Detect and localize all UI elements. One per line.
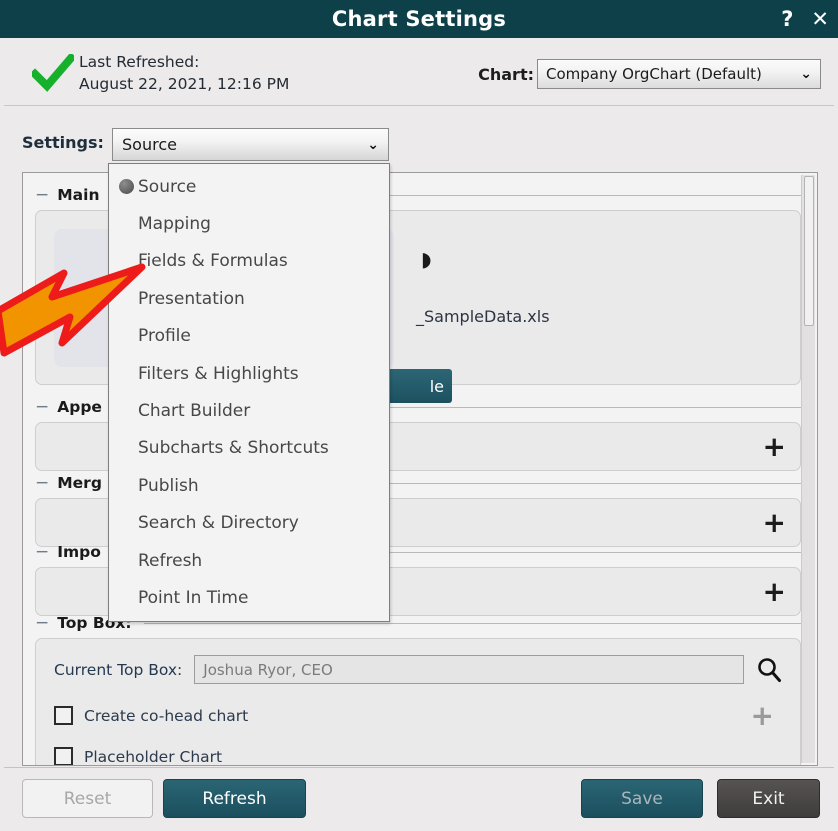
menu-item-label: Source <box>138 176 197 197</box>
settings-select[interactable]: Source ⌄ <box>112 128 389 161</box>
menu-item-search-directory[interactable]: Search & Directory <box>109 505 389 542</box>
section-import-label: Impo <box>57 543 101 561</box>
menu-item-publish[interactable]: Publish <box>109 467 389 504</box>
cohead-checkbox-row: Create co-head chart + <box>54 702 782 730</box>
source-file-name: _SampleData.xls <box>416 307 550 326</box>
chevron-down-icon: ⌄ <box>800 66 812 82</box>
search-icon[interactable] <box>756 656 782 684</box>
expand-icon[interactable]: + <box>763 432 786 461</box>
menu-item-label: Presentation <box>138 288 245 309</box>
chart-select-value: Company OrgChart (Default) <box>546 65 762 83</box>
section-topbox-body: Current Top Box: Joshua Ryor, CEO Create… <box>35 638 801 766</box>
help-icon[interactable]: ? <box>781 8 793 30</box>
refresh-status-bar: Last Refreshed: August 22, 2021, 12:16 P… <box>4 38 834 106</box>
chart-settings-dialog: Chart Settings ? ✕ Last Refreshed: Augus… <box>0 0 838 831</box>
menu-item-filters-highlights[interactable]: Filters & Highlights <box>109 355 389 392</box>
section-appearance-label: Appe <box>57 398 102 416</box>
menu-item-presentation[interactable]: Presentation <box>109 280 389 317</box>
cohead-checkbox-label: Create co-head chart <box>84 706 249 725</box>
divider <box>143 622 801 624</box>
menu-item-label: Publish <box>138 475 199 496</box>
placeholder-checkbox-row: Placeholder Chart <box>54 747 782 766</box>
menu-item-label: Profile <box>138 326 191 347</box>
menu-item-profile[interactable]: Profile <box>109 318 389 355</box>
chart-field-label: Chart: <box>478 65 534 84</box>
menu-item-label: Fields & Formulas <box>138 251 288 272</box>
title-bar: Chart Settings ? ✕ <box>0 0 838 38</box>
menu-item-mapping[interactable]: Mapping <box>109 205 389 242</box>
last-refreshed-label: Last Refreshed: <box>79 53 200 71</box>
green-check-icon <box>32 54 74 92</box>
placeholder-checkbox-label: Placeholder Chart <box>84 747 223 766</box>
dialog-footer: Reset Refresh Save Exit <box>4 767 834 827</box>
menu-item-label: Mapping <box>138 214 211 235</box>
expand-icon[interactable]: + <box>763 577 786 606</box>
settings-field-label: Settings: <box>22 133 104 152</box>
menu-item-label: Search & Directory <box>138 513 299 534</box>
last-refreshed-block: Last Refreshed: August 22, 2021, 12:16 P… <box>79 51 289 95</box>
section-topbox: − Top Box: Current Top Box: Joshua Ryor,… <box>35 613 801 766</box>
collapse-icon[interactable]: − <box>35 543 49 561</box>
collapse-icon[interactable]: − <box>35 398 49 416</box>
chevron-down-icon: ⌄ <box>367 136 379 153</box>
menu-item-subcharts-shortcuts[interactable]: Subcharts & Shortcuts <box>109 430 389 467</box>
chart-select[interactable]: Company OrgChart (Default) ⌄ <box>537 59 821 89</box>
menu-item-fields-formulas[interactable]: Fields & Formulas <box>109 243 389 280</box>
scrollbar-thumb[interactable] <box>804 176 814 326</box>
current-top-box-label: Current Top Box: <box>54 660 183 679</box>
last-refreshed-time: August 22, 2021, 12:16 PM <box>79 75 290 93</box>
current-top-box-value: Joshua Ryor, CEO <box>203 660 333 679</box>
settings-select-value: Source <box>122 135 177 154</box>
close-icon[interactable]: ✕ <box>811 8 829 30</box>
section-main-label: Main <box>57 186 100 204</box>
page-title: Chart Settings <box>331 7 507 31</box>
save-button[interactable]: Save <box>581 779 703 818</box>
menu-item-refresh[interactable]: Refresh <box>109 542 389 579</box>
current-top-box-row: Current Top Box: Joshua Ryor, CEO <box>54 655 782 684</box>
collapse-icon[interactable]: − <box>35 614 49 632</box>
selected-radio-icon <box>119 179 134 195</box>
refresh-button[interactable]: Refresh <box>163 779 306 818</box>
menu-item-point-in-time[interactable]: Point In Time <box>109 579 389 616</box>
settings-dropdown-menu[interactable]: Source Mapping Fields & Formulas Present… <box>108 163 390 622</box>
window-controls: ? ✕ <box>781 0 829 38</box>
panel-scrollbar[interactable] <box>801 175 815 763</box>
placeholder-checkbox[interactable] <box>54 747 73 765</box>
source-glyph-icon: ◗ <box>421 247 432 271</box>
section-merge-label: Merg <box>57 474 102 492</box>
menu-item-label: Point In Time <box>138 587 249 608</box>
current-top-box-input[interactable]: Joshua Ryor, CEO <box>194 655 744 684</box>
menu-item-label: Filters & Highlights <box>138 363 299 384</box>
menu-item-label: Chart Builder <box>138 401 251 422</box>
menu-item-chart-builder[interactable]: Chart Builder <box>109 392 389 429</box>
menu-item-label: Subcharts & Shortcuts <box>138 438 329 459</box>
expand-icon[interactable]: + <box>763 508 786 537</box>
cohead-checkbox[interactable] <box>54 706 73 725</box>
add-cohead-icon[interactable]: + <box>751 702 774 730</box>
collapse-icon[interactable]: − <box>35 474 49 492</box>
reset-button[interactable]: Reset <box>22 779 153 818</box>
menu-item-label: Refresh <box>138 550 203 571</box>
collapse-icon[interactable]: − <box>35 186 49 204</box>
exit-button[interactable]: Exit <box>717 779 820 818</box>
menu-item-source[interactable]: Source <box>109 168 389 205</box>
